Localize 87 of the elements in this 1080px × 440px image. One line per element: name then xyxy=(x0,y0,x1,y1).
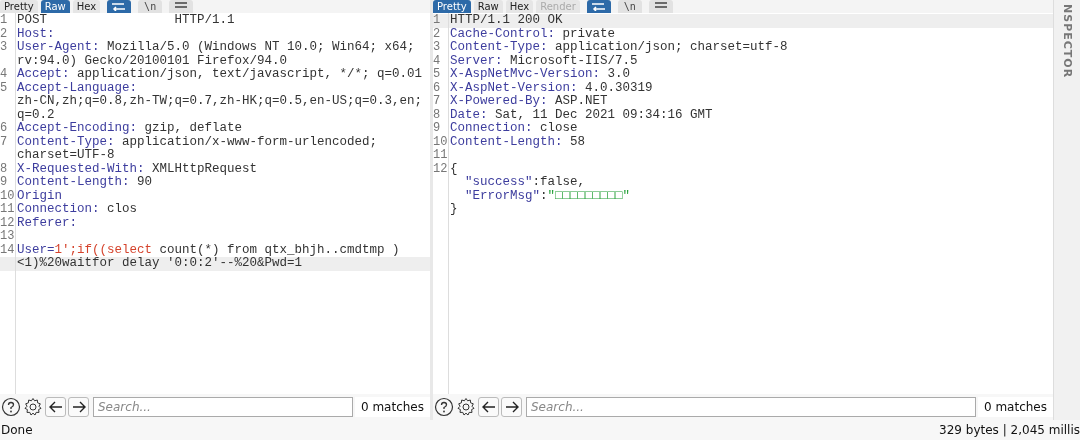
line-number: 14 xyxy=(0,243,15,257)
code-line: User=1';if((select count(*) from qtx_bhjh..cmdtmp ) xyxy=(17,243,400,257)
code-line: Content-Type: application/x-www-form-urlencoded; xyxy=(17,135,378,149)
code-line: zh-CN,zh;q=0.8,zh-TW;q=0.7,zh-HK;q=0.5,en-US;q=0.3,en; xyxy=(17,95,423,109)
newline-button[interactable]: \n xyxy=(617,0,642,13)
code-line: Content-Length: 58 xyxy=(450,135,586,149)
code-line: Host: xyxy=(17,27,55,41)
line-number: 9 xyxy=(0,176,8,190)
previous-button[interactable] xyxy=(478,397,499,417)
settings-icon[interactable] xyxy=(456,397,476,417)
view-tab[interactable]: Hex xyxy=(72,0,101,13)
response-stats: 329 bytes | 2,045 millis xyxy=(939,423,1080,437)
code-line: Connection: clos xyxy=(17,203,138,217)
line-number: 10 xyxy=(0,189,15,203)
code-line: X-AspNet-Version: 4.0.30319 xyxy=(450,81,653,95)
code-line: { xyxy=(450,162,458,176)
code-line: Accept: application/json, text/javascript, */*; q=0.01 xyxy=(17,68,423,82)
line-number: 12 xyxy=(433,162,448,176)
line-number: 7 xyxy=(433,95,441,109)
line-number: 1 xyxy=(0,14,8,28)
line-number: 3 xyxy=(0,41,8,55)
menu-icon xyxy=(174,2,189,11)
code-line: Connection: close xyxy=(450,122,578,136)
code-line: } xyxy=(450,203,458,217)
wrap-icon xyxy=(111,2,128,11)
view-tab[interactable]: Pretty xyxy=(0,0,38,13)
code-line: Content-Length: 90 xyxy=(17,176,153,190)
code-line: Server: Microsoft-IIS/7.5 xyxy=(450,54,638,68)
line-number: 5 xyxy=(433,68,441,82)
line-number: 7 xyxy=(0,135,8,149)
search-field[interactable]: Search... xyxy=(526,397,976,417)
code-line: Origin xyxy=(17,189,62,203)
line-number: 11 xyxy=(0,203,15,217)
line-number: 6 xyxy=(433,81,441,95)
line-number: 8 xyxy=(0,162,8,176)
line-number: 10 xyxy=(433,135,448,149)
view-tab[interactable]: Hex xyxy=(505,0,534,13)
code-line: X-AspNetMvc-Version: 3.0 xyxy=(450,68,631,82)
line-number: 6 xyxy=(0,122,8,136)
code-line: Content-Type: application/json; charset=utf-8 xyxy=(450,41,788,55)
help-icon[interactable] xyxy=(1,397,21,417)
line-number: 4 xyxy=(0,68,8,82)
previous-button[interactable] xyxy=(45,397,66,417)
match-count: 0 matches xyxy=(354,397,430,417)
code-line: Cache-Control: private xyxy=(450,27,616,41)
newline-button[interactable]: \n xyxy=(138,0,163,13)
settings-icon[interactable] xyxy=(23,397,43,417)
code-line: charset=UTF-8 xyxy=(17,149,115,163)
code-line: X-Powered-By: ASP.NET xyxy=(450,95,608,109)
view-tab[interactable]: Pretty xyxy=(433,0,471,13)
view-tab[interactable]: Raw xyxy=(40,0,70,13)
inspector-panel[interactable]: NSPECTOR xyxy=(1053,0,1080,420)
line-number: 4 xyxy=(433,54,441,68)
line-number: 2 xyxy=(0,27,8,41)
help-icon[interactable] xyxy=(434,397,454,417)
code-line: "ErrorMsg":"□□□□□□□□□" xyxy=(464,189,631,203)
search-field[interactable]: Search... xyxy=(93,397,353,417)
line-number: 13 xyxy=(0,230,15,244)
status-text: Done xyxy=(1,423,33,437)
code-line: rv:94.0) Gecko/20100101 Firefox/94.0 xyxy=(17,54,288,68)
code-line: Date: Sat, 11 Dec 2021 09:34:16 GMT xyxy=(450,108,713,122)
code-line: X-Requested-With: XMLHttpRequest xyxy=(17,162,258,176)
next-button[interactable] xyxy=(68,397,89,417)
view-tab[interactable]: Raw xyxy=(473,0,503,13)
line-number: 3 xyxy=(433,41,441,55)
code-line: q=0.2 xyxy=(17,108,55,122)
line-number: 11 xyxy=(433,149,448,163)
wrap-button[interactable] xyxy=(107,0,132,13)
line-number: 2 xyxy=(433,27,441,41)
code-line: Accept-Language: xyxy=(17,81,138,95)
code-line: POST HTTP/1.1 xyxy=(17,14,235,28)
wrap-icon xyxy=(590,2,607,11)
wrap-button[interactable] xyxy=(586,0,611,13)
code-line: Accept-Encoding: gzip, deflate xyxy=(17,122,243,136)
line-number: 8 xyxy=(433,108,441,122)
next-button[interactable] xyxy=(501,397,522,417)
match-count: 0 matches xyxy=(977,397,1053,417)
code-line: User-Agent: Mozilla/5.0 (Windows NT 10.0; Win64; x64; xyxy=(17,41,415,55)
code-line: "success":false, xyxy=(464,176,586,190)
menu-icon xyxy=(653,2,668,11)
line-number: 9 xyxy=(433,122,441,136)
code-line: Referer: xyxy=(17,216,77,230)
line-number: 1 xyxy=(433,14,441,28)
menu-button[interactable] xyxy=(169,0,194,13)
menu-button[interactable] xyxy=(648,0,673,13)
line-number: 5 xyxy=(0,81,8,95)
line-number: 12 xyxy=(0,216,15,230)
